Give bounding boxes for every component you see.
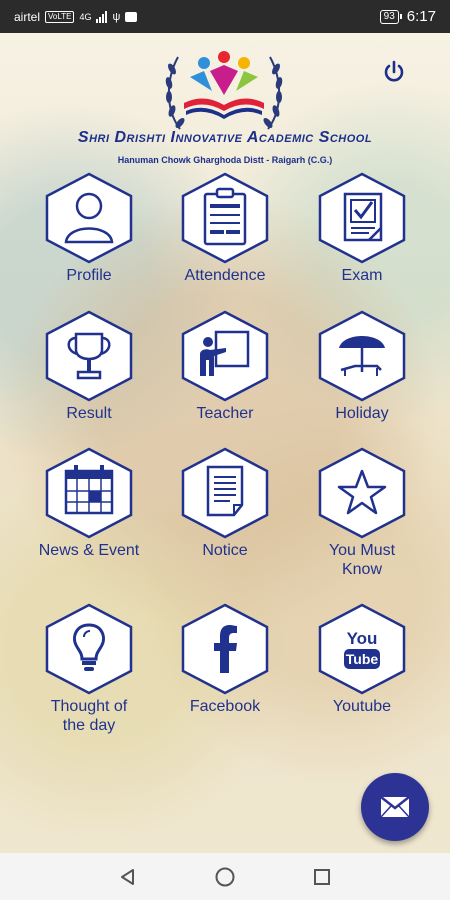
mail-button[interactable] xyxy=(361,773,429,841)
user-icon xyxy=(45,172,133,264)
home-icon xyxy=(215,867,235,886)
menu-grid: Profile Attendence Exam Result Teacher H… xyxy=(0,0,450,900)
tile-result[interactable]: Result xyxy=(24,310,154,423)
beach-umbrella-icon xyxy=(318,310,406,402)
tile-label: Thought of the day xyxy=(50,698,128,734)
tile-youtube[interactable]: You Tube Youtube xyxy=(297,603,427,716)
nav-home-button[interactable] xyxy=(213,865,237,889)
tile-holiday[interactable]: Holiday xyxy=(297,310,427,423)
trophy-icon xyxy=(45,310,133,402)
back-icon xyxy=(121,868,135,885)
tile-notice[interactable]: Notice xyxy=(160,447,290,560)
tile-label: Profile xyxy=(66,267,112,284)
svg-text:You: You xyxy=(347,629,378,648)
tile-label: Teacher xyxy=(196,405,254,422)
facebook-icon xyxy=(181,603,269,695)
tile-label: Facebook xyxy=(189,698,261,715)
tile-label: News & Event xyxy=(38,542,140,559)
recents-icon xyxy=(313,868,330,885)
system-nav-bar xyxy=(0,853,450,900)
tile-label: Attendence xyxy=(184,267,266,284)
tile-profile[interactable]: Profile xyxy=(24,172,154,285)
tile-news-event[interactable]: News & Event xyxy=(24,447,154,560)
tile-label: Result xyxy=(66,405,112,422)
mail-icon xyxy=(380,796,410,818)
clipboard-icon xyxy=(181,172,269,264)
tile-attendence[interactable]: Attendence xyxy=(160,172,290,285)
star-icon xyxy=(318,447,406,539)
calendar-icon xyxy=(45,447,133,539)
nav-back-button[interactable] xyxy=(116,865,140,889)
document-icon xyxy=(181,447,269,539)
lightbulb-icon xyxy=(45,603,133,695)
tile-label: You Must Know xyxy=(328,542,396,578)
tile-exam[interactable]: Exam xyxy=(297,172,427,285)
tile-label: Notice xyxy=(202,542,248,559)
teacher-board-icon xyxy=(181,310,269,402)
nav-recents-button[interactable] xyxy=(310,865,334,889)
tile-teacher[interactable]: Teacher xyxy=(160,310,290,423)
svg-text:Tube: Tube xyxy=(346,651,379,667)
tile-label: Holiday xyxy=(335,405,389,422)
tile-facebook[interactable]: Facebook xyxy=(160,603,290,716)
tile-label: Youtube xyxy=(332,698,392,715)
tile-you-must-know[interactable]: You Must Know xyxy=(297,447,427,579)
youtube-icon: You Tube xyxy=(318,603,406,695)
tile-label: Exam xyxy=(341,267,383,284)
tile-thought-of-the-day[interactable]: Thought of the day xyxy=(24,603,154,735)
checklist-icon xyxy=(318,172,406,264)
